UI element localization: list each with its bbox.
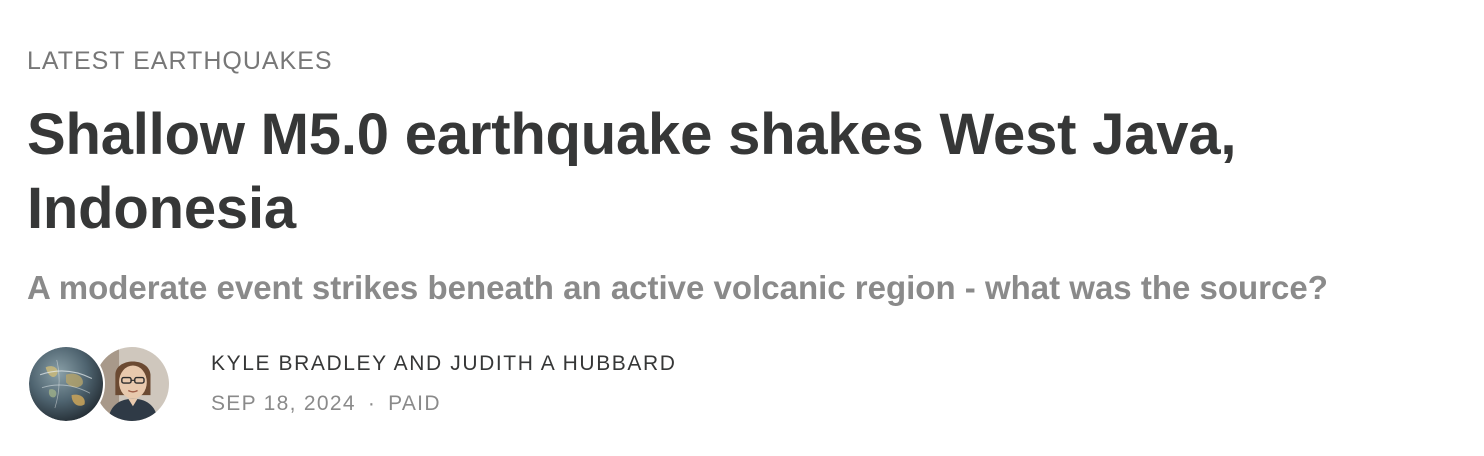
post-date: SEP 18, 2024 [211, 392, 356, 415]
byline: KYLE BRADLEY AND JUDITH A HUBBARD SEP 18… [27, 343, 675, 427]
globe-avatar-icon[interactable] [27, 345, 105, 423]
post-header: LATEST EARTHQUAKES Shallow M5.0 earthqua… [0, 0, 1484, 456]
post-meta: SEP 18, 2024 · PAID [211, 391, 677, 417]
byline-text: KYLE BRADLEY AND JUDITH A HUBBARD SEP 18… [211, 351, 677, 417]
access-badge: PAID [388, 392, 441, 415]
section-label[interactable]: LATEST EARTHQUAKES [27, 46, 333, 76]
author-names[interactable]: KYLE BRADLEY AND JUDITH A HUBBARD [211, 351, 677, 377]
post-title: Shallow M5.0 earthquake shakes West Java… [27, 102, 1237, 241]
meta-separator: · [367, 392, 377, 415]
author-avatars [27, 343, 177, 427]
post-subtitle: A moderate event strikes beneath an acti… [27, 269, 1328, 306]
